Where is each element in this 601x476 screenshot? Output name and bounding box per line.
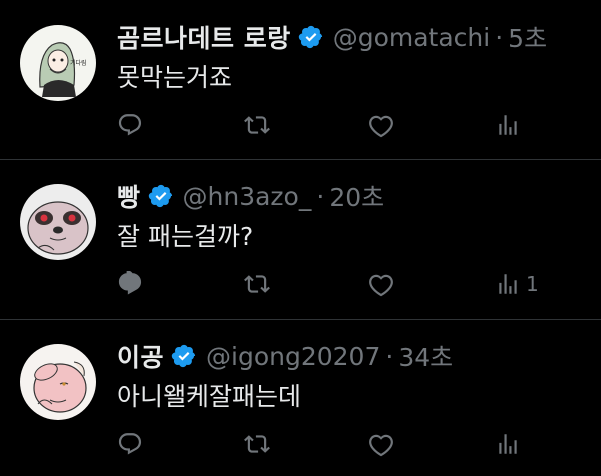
tweet-actions: 1 xyxy=(117,269,557,299)
avatar[interactable] xyxy=(20,184,96,260)
timestamp[interactable]: 34초 xyxy=(398,338,453,374)
like-button[interactable] xyxy=(368,429,394,459)
heart-icon xyxy=(369,115,393,138)
like-button[interactable] xyxy=(368,269,394,299)
retweet-button[interactable] xyxy=(244,429,270,459)
timestamp[interactable]: 20초 xyxy=(329,178,384,214)
user-handle[interactable]: @gomatachi xyxy=(333,23,491,52)
user-handle[interactable]: @hn3azo_ xyxy=(183,182,312,211)
mole-character-icon xyxy=(20,184,96,260)
views-button[interactable] xyxy=(495,429,526,459)
like-button[interactable] xyxy=(368,110,394,140)
avatar-badge: 기다림 xyxy=(70,60,87,67)
tweet-header: 이공 @igong20207 · 34초 xyxy=(117,339,453,373)
verified-badge-icon xyxy=(148,184,172,208)
tweet-text: 아니왤케잘패는데 xyxy=(117,382,302,411)
heart-icon xyxy=(369,434,393,457)
separator-dot: · xyxy=(495,22,504,52)
retweet-icon xyxy=(244,435,270,453)
reply-button[interactable] xyxy=(117,429,143,459)
verified-badge-icon xyxy=(171,344,196,368)
tweet[interactable]: 기다림 곰르나데트 로랑 @gomatachi · 5초 못막는거죠 xyxy=(0,0,601,159)
heart-icon xyxy=(369,274,393,297)
reply-icon xyxy=(118,271,142,295)
tweet-header: 빵 @hn3azo_ · 20초 xyxy=(117,179,384,213)
user-handle[interactable]: @igong20207 xyxy=(206,342,380,371)
tweet[interactable]: 이공 @igong20207 · 34초 아니왤케잘패는데 xyxy=(0,319,601,476)
reply-button[interactable] xyxy=(117,110,143,140)
analytics-icon xyxy=(499,115,517,135)
tweet[interactable]: 빵 @hn3azo_ · 20초 잘 패는걸까? 1 xyxy=(0,159,601,319)
timestamp[interactable]: 5초 xyxy=(508,19,547,55)
display-name[interactable]: 이공 xyxy=(117,338,164,374)
tweet-actions xyxy=(117,429,557,459)
tweet-text: 못막는거죠 xyxy=(117,63,233,92)
tweet-header: 곰르나데트 로랑 @gomatachi · 5초 xyxy=(117,20,547,54)
retweet-button[interactable] xyxy=(244,269,270,299)
retweet-button[interactable] xyxy=(244,110,270,140)
analytics-icon xyxy=(499,434,517,454)
pink-sheep-character-icon xyxy=(20,344,96,420)
avatar[interactable]: 기다림 xyxy=(20,25,96,101)
views-button[interactable]: 1 xyxy=(495,269,539,299)
retweet-icon xyxy=(244,275,270,293)
retweet-icon xyxy=(244,116,270,134)
display-name[interactable]: 곰르나데트 로랑 xyxy=(117,19,291,55)
reply-icon xyxy=(118,114,142,136)
tweet-actions xyxy=(117,110,557,140)
views-button[interactable] xyxy=(495,110,526,140)
reply-icon xyxy=(118,433,142,455)
views-count: 1 xyxy=(526,272,539,296)
avatar[interactable] xyxy=(20,344,96,420)
separator-dot: · xyxy=(385,341,394,371)
separator-dot: · xyxy=(316,181,325,211)
analytics-icon xyxy=(499,274,517,294)
reply-button[interactable] xyxy=(117,269,143,299)
tweet-text: 잘 패는걸까? xyxy=(117,222,254,251)
display-name[interactable]: 빵 xyxy=(117,178,141,214)
verified-badge-icon xyxy=(298,25,322,49)
